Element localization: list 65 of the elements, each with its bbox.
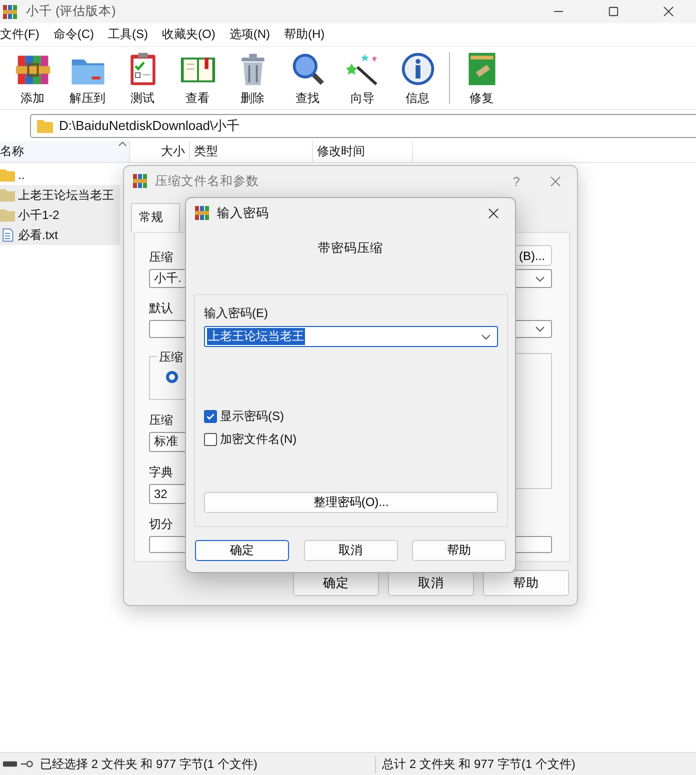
field-label: 切分 [149, 516, 173, 532]
field-label: 输入密码(E) [204, 305, 269, 322]
dialog-button[interactable]: 取消 [304, 540, 398, 561]
folder-icon [0, 208, 15, 222]
dialog-title: 输入密码 [217, 204, 269, 222]
status-text: 总计 2 文件夹 和 977 字节(1 个文件) [382, 756, 576, 772]
toolbar-button[interactable]: 信息 [390, 48, 445, 108]
close-icon[interactable] [488, 208, 499, 218]
field-label: 默认 [149, 300, 173, 317]
checkbox[interactable] [204, 433, 217, 446]
archive-icon [194, 205, 210, 221]
field-label: 字典 [149, 464, 173, 480]
file-row[interactable]: .. [0, 165, 120, 185]
file-row[interactable]: 小千1-2 [0, 205, 120, 225]
toolbar-button[interactable]: 向导 [335, 48, 390, 108]
chevron-down-icon [535, 326, 545, 332]
folder-icon [0, 168, 15, 182]
field-label: 压缩 [149, 249, 173, 266]
menu-item[interactable]: 选项(N) [229, 26, 270, 43]
toolbar-button[interactable]: 添加 [5, 48, 60, 108]
close-icon[interactable] [663, 6, 674, 17]
file-row[interactable]: 上老王论坛当老王 [0, 185, 120, 205]
toolbar-button[interactable]: 查找 [280, 48, 335, 108]
maximize-icon[interactable] [608, 6, 619, 17]
menu-item[interactable]: 帮助(H) [284, 26, 325, 43]
toolbar-button[interactable]: 查看 [170, 48, 225, 108]
key-icon [20, 760, 34, 768]
group-label: 压缩 [157, 348, 185, 366]
toolbar-button[interactable]: 测试 [115, 48, 170, 108]
checkbox-label[interactable]: 加密文件名(N) [220, 431, 297, 448]
chevron-down-icon [481, 334, 491, 340]
text-file-icon [0, 228, 15, 242]
folder-icon [37, 118, 53, 132]
field-label: 压缩 [149, 412, 173, 428]
dialog-heading: 带密码压缩 [317, 240, 384, 257]
toolbar-button[interactable]: 删除 [225, 48, 280, 108]
folder-icon [0, 188, 15, 202]
column-header[interactable]: 类型 [190, 141, 313, 162]
column-header[interactable]: 修改时间 [313, 141, 413, 162]
dialog-button[interactable]: 确定 [195, 540, 289, 561]
dialog-title: 压缩文件名和参数 [155, 172, 259, 190]
tab[interactable]: 常规 [131, 203, 180, 232]
column-header[interactable]: 大小 [130, 141, 190, 162]
drive-icon [3, 760, 17, 768]
archive-icon [132, 173, 148, 189]
toolbar-button[interactable]: 修复 [454, 48, 509, 108]
menu-item[interactable]: 命令(C) [53, 26, 94, 43]
address-field[interactable]: D:\BaiduNetdiskDownload\小千 [30, 114, 696, 138]
menu-item[interactable]: 收藏夹(O) [162, 26, 216, 43]
archive-icon [2, 4, 18, 20]
column-header[interactable]: 名称 [0, 141, 130, 162]
file-row[interactable]: 必看.txt [0, 225, 120, 245]
window-title: 小千 (评估版本) [26, 3, 116, 20]
checkbox-label[interactable]: 显示密码(S) [220, 408, 284, 425]
password-field[interactable]: 上老王论坛当老王 [204, 326, 498, 347]
menu-item[interactable]: 文件(F) [0, 26, 40, 43]
status-text: 已经选择 2 文件夹 和 977 字节(1 个文件) [40, 756, 376, 772]
toolbar-button[interactable]: 解压到 [60, 48, 115, 108]
chevron-down-icon [535, 276, 545, 282]
dialog-button[interactable]: 帮助 [412, 540, 506, 561]
radio-button[interactable] [166, 370, 178, 382]
menu-item[interactable]: 工具(S) [108, 26, 148, 43]
checkbox[interactable] [204, 410, 217, 423]
dialog-button[interactable]: 帮助 [483, 570, 569, 596]
organize-passwords-button[interactable]: 整理密码(O)... [204, 492, 498, 513]
